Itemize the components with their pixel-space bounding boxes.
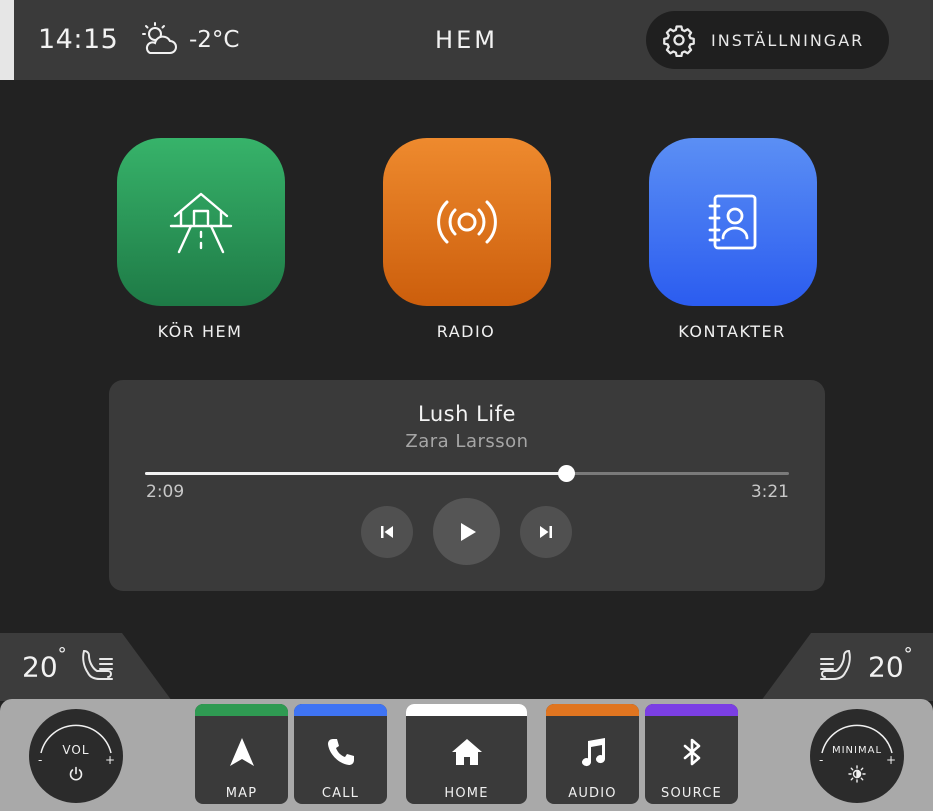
dock-label-call: CALL xyxy=(321,786,360,801)
dock-button-audio[interactable]: AUDIO xyxy=(546,704,639,804)
brightness-icon xyxy=(848,765,866,783)
app-label-drive-home: KÖR HEM xyxy=(157,322,243,341)
gear-icon xyxy=(663,25,695,57)
dock-label-source: SOURCE xyxy=(661,786,722,801)
settings-button[interactable]: INSTÄLLNINGAR xyxy=(646,11,889,69)
dock-label-audio: AUDIO xyxy=(568,786,617,801)
song-title: Lush Life xyxy=(418,402,516,426)
dock-button-map[interactable]: MAP xyxy=(195,704,288,804)
contacts-book-icon xyxy=(708,194,757,250)
bottom-dock: VOL - + MAP CALL HOME AUDIO SOURCE MINIM… xyxy=(0,699,933,811)
source-accent xyxy=(645,704,738,716)
dock-button-home[interactable]: HOME xyxy=(406,704,527,804)
power-icon xyxy=(69,766,83,781)
bluetooth-icon xyxy=(683,738,700,766)
settings-label: INSTÄLLNINGAR xyxy=(711,30,865,50)
elapsed-time: 2:09 xyxy=(146,482,185,502)
audio-accent xyxy=(546,704,639,716)
seat-heat-icon xyxy=(82,650,113,680)
progress-handle[interactable] xyxy=(557,465,575,482)
next-button[interactable] xyxy=(520,506,572,558)
brightness-plus: + xyxy=(885,753,896,767)
play-icon xyxy=(460,522,476,541)
home-accent xyxy=(406,704,527,716)
app-tile-radio[interactable] xyxy=(383,138,551,306)
total-time: 3:21 xyxy=(750,482,789,502)
app-tile-drive-home[interactable] xyxy=(117,138,285,306)
previous-icon xyxy=(381,526,393,538)
seat-heat-icon xyxy=(820,650,851,680)
app-tile-contacts[interactable] xyxy=(649,138,817,306)
dock-label-map: MAP xyxy=(225,786,258,801)
media-player: Lush Life Zara Larsson 2:09 3:21 xyxy=(109,380,825,591)
brightness-knob[interactable]: MINIMAL - + xyxy=(810,709,904,803)
left-temperature: 20° xyxy=(22,644,67,684)
app-label-radio: RADIO xyxy=(436,322,496,341)
progress-slider[interactable] xyxy=(145,465,789,482)
climate-right[interactable]: 20° xyxy=(761,633,933,701)
dock-button-call[interactable]: CALL xyxy=(294,704,387,804)
status-bar: 14:15 -2°C HEM INSTÄLLNINGAR xyxy=(0,0,933,80)
call-accent xyxy=(294,704,387,716)
previous-button[interactable] xyxy=(361,506,413,558)
climate-left[interactable]: 20° xyxy=(0,633,172,701)
dock-button-source[interactable]: SOURCE xyxy=(645,704,738,804)
volume-knob[interactable]: VOL - + xyxy=(29,709,123,803)
home-icon xyxy=(451,739,482,765)
phone-icon xyxy=(327,739,354,765)
right-temperature: 20° xyxy=(868,644,913,684)
artist-name: Zara Larsson xyxy=(405,431,529,452)
music-note-icon xyxy=(581,738,605,767)
volume-plus: + xyxy=(104,753,115,767)
app-label-contacts: KONTAKTER xyxy=(678,322,786,341)
navigation-arrow-icon xyxy=(229,738,254,766)
brightness-minus: - xyxy=(819,753,824,767)
progress-fill xyxy=(145,472,566,475)
drive-home-icon xyxy=(169,192,233,254)
dock-label-home: HOME xyxy=(444,786,489,801)
volume-minus: - xyxy=(38,753,43,767)
map-accent xyxy=(195,704,288,716)
play-button[interactable] xyxy=(433,498,500,565)
radio-broadcast-icon xyxy=(437,200,497,244)
next-icon xyxy=(540,526,552,538)
